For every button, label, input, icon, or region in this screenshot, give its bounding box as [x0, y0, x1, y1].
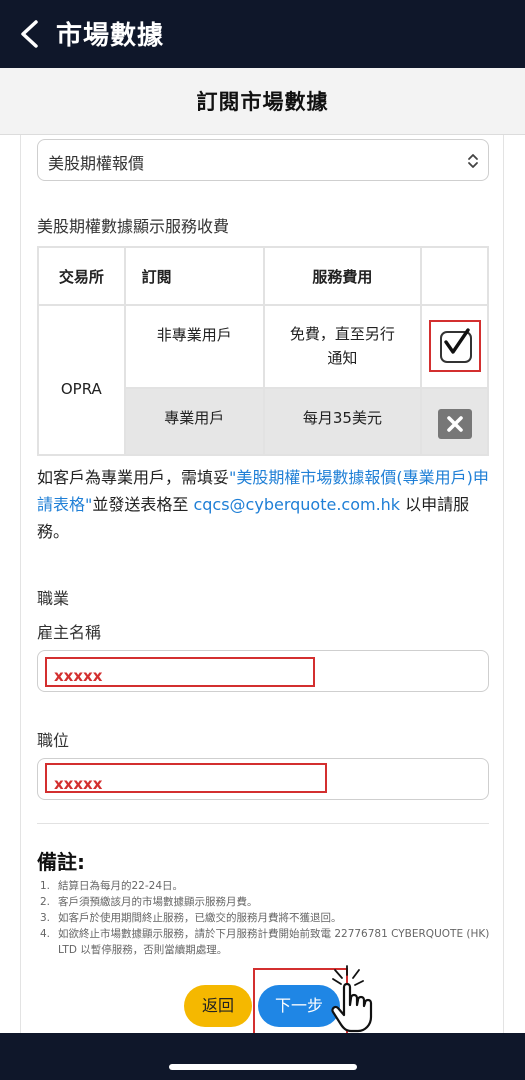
header-exchange: 交易所 [37, 246, 126, 306]
header-subscription: 訂閱 [123, 246, 265, 306]
header-service-fee: 服務費用 [262, 246, 423, 306]
header-select [420, 246, 489, 306]
highlight-frame [45, 657, 315, 687]
checkmark-icon [443, 328, 470, 354]
back-button[interactable]: 返回 [184, 985, 252, 1027]
position-label: 職位 [37, 731, 70, 750]
section-heading: 訂閱市場數據 [196, 90, 329, 114]
service-fee: 免費，直至另行通知 [262, 304, 423, 389]
remark-text: 客戶須預繳該月的市場數據顯示服務月費。 [58, 896, 258, 908]
occupation-label: 職業 [37, 589, 70, 608]
remark-text: 如客戶於使用期間終止服務，已繳交的服務月費將不獲退回。 [58, 912, 342, 924]
list-item: 2. 客戶須預繳該月的市場數據顯示服務月費。 [40, 894, 500, 910]
pointing-hand-icon [331, 965, 373, 1033]
list-item: 1. 結算日為每月的22-24日。 [40, 878, 500, 894]
select-value: 美股期權報價 [48, 154, 145, 173]
sub-header: 訂閱市場數據 [0, 68, 525, 135]
notice-text: 如客戶為專業用戶，需填妥 [37, 468, 230, 487]
subscription-type: 非專業用戶 [123, 304, 265, 389]
remark-text: 如欲終止市場數據顯示服務，請於下月服務計費開始前致電 22776781 CYBE… [58, 928, 490, 956]
professional-user-notice: 如客戶為專業用戶，需填妥"美股期權市場數據報價(專業用戶)申請表格"並發送表格至… [37, 464, 493, 545]
remark-text: 結算日為每月的22-24日。 [58, 880, 184, 892]
fee-section-title: 美股期權數據顯示服務收費 [37, 217, 230, 236]
employer-label: 雇主名稱 [37, 623, 102, 642]
bottom-bar [0, 1033, 525, 1080]
list-number: 4. [40, 928, 51, 940]
home-indicator[interactable] [169, 1064, 357, 1070]
remarks-list: 1. 結算日為每月的22-24日。 2. 客戶須預繳該月的市場數據顯示服務月費。 3… [40, 878, 500, 958]
list-item: 4. 如欲終止市場數據顯示服務，請於下月服務計費開始前致電 22776781 CY… [40, 926, 500, 958]
notice-text: 並發送表格至 [92, 495, 194, 514]
top-nav-bar: 市場數據 [0, 0, 525, 68]
fee-table: 交易所 訂閱 服務費用 OPRA 非專業用戶 免費，直至另行通知 專業用戶 每月… [37, 246, 489, 456]
list-number: 2. [40, 896, 51, 908]
list-item: 3. 如客戶於使用期間終止服務，已繳交的服務月費將不獲退回。 [40, 910, 500, 926]
select-cell [420, 387, 489, 456]
email-link[interactable]: cqcs@cyberquote.com.hk [193, 495, 400, 514]
subscription-type: 專業用戶 [123, 387, 265, 456]
select-cell [420, 304, 489, 389]
nonpro-checkbox[interactable] [428, 320, 481, 372]
back-chevron-icon[interactable] [16, 18, 44, 50]
exchange-cell: OPRA [37, 304, 126, 456]
select-updown-icon [468, 154, 478, 168]
list-number: 3. [40, 912, 51, 924]
page-title: 市場數據 [56, 21, 165, 51]
table-row: OPRA 非專業用戶 免費，直至另行通知 [37, 304, 489, 456]
remarks-title: 備註: [37, 850, 85, 874]
divider [37, 823, 489, 824]
close-icon [446, 416, 463, 432]
fee-table-header: 交易所 訂閱 服務費用 [37, 246, 489, 306]
highlight-frame [45, 763, 327, 793]
market-data-select[interactable]: 美股期權報價 [37, 139, 489, 181]
service-fee: 每月35美元 [262, 387, 423, 456]
pro-disabled-checkbox[interactable] [437, 409, 472, 439]
list-number: 1. [40, 880, 51, 892]
